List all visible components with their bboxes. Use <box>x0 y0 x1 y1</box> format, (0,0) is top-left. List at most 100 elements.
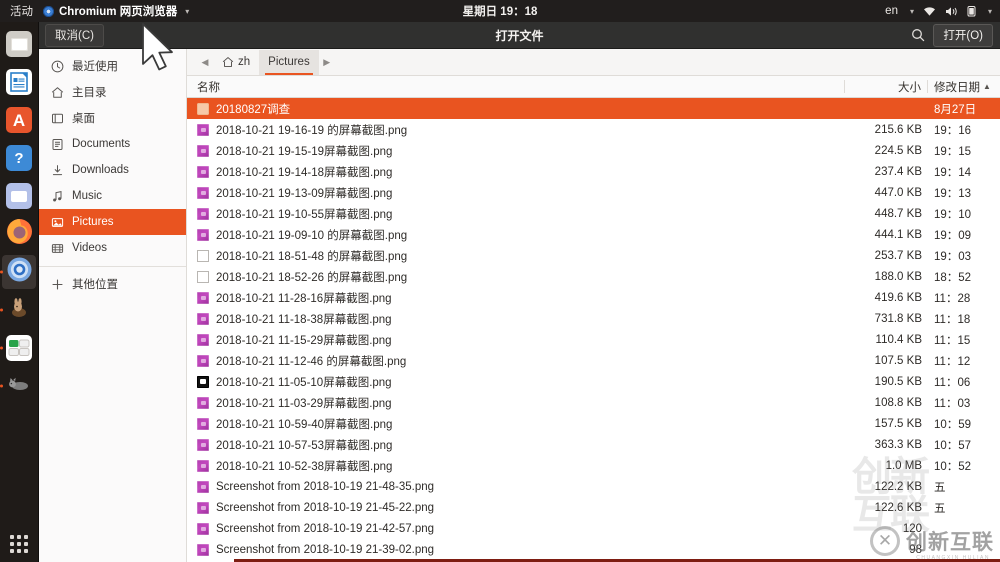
file-list[interactable]: 20180827调查 8月27日 2018-10-21 19-16-19 的屏幕截图… <box>187 98 1000 562</box>
table-row[interactable]: 2018-10-21 11-12-46 的屏幕截图.png 107.5 KB 11：… <box>187 350 1000 371</box>
firefox-icon <box>6 218 33 250</box>
table-row[interactable]: 2018-10-21 11-18-38屏幕截图.png 731.8 KB 11：18 <box>187 308 1000 329</box>
activities-button[interactable]: 活动 <box>0 3 43 19</box>
dialog-title: 打开文件 <box>495 28 544 43</box>
table-row[interactable]: 20180827调查 8月27日 <box>187 98 1000 119</box>
breadcrumb-item-pictures[interactable]: Pictures <box>259 49 319 75</box>
table-row[interactable]: 2018-10-21 10-57-53屏幕截图.png 363.3 KB 10：57 <box>187 434 1000 455</box>
sort-ascending-icon: ▲ <box>983 82 991 91</box>
app-menu-button[interactable]: Chromium 网页浏览器 ▾ <box>43 3 189 19</box>
image-thumbnail <box>197 354 209 367</box>
dock-item-libreoffice[interactable]: A <box>2 103 36 137</box>
file-date-cell: 19：03 <box>934 250 972 263</box>
file-name-cell: 2018-10-21 11-15-29屏幕截图.png <box>187 332 846 348</box>
file-name-label: 2018-10-21 19-10-55屏幕截图.png <box>216 208 393 221</box>
dock-item-libreoffice-writer[interactable] <box>2 65 36 99</box>
sidebar-item-home[interactable]: 主目录 <box>39 79 186 105</box>
app-grid-icon[interactable] <box>10 535 28 553</box>
dock-item-chromium[interactable] <box>2 255 36 289</box>
clock-weekday: 星期日 <box>462 6 498 18</box>
sidebar-item-videos[interactable]: Videos <box>39 235 186 261</box>
table-row[interactable]: 2018-10-21 19-10-55屏幕截图.png 448.7 KB 19：10 <box>187 203 1000 224</box>
dock-item-cat-app[interactable] <box>2 369 36 403</box>
column-header-name[interactable]: 名称 <box>187 79 844 95</box>
open-button[interactable]: 打开(O) <box>933 23 993 47</box>
dock-item-rabbit-app[interactable] <box>2 293 36 327</box>
table-row[interactable]: 2018-10-21 19-13-09屏幕截图.png 447.0 KB 19：13 <box>187 182 1000 203</box>
file-browser: ◀ zh Pictures ▶ 名称 大小 修改日期 ▲ 20180827调查 … <box>187 49 1000 562</box>
table-row[interactable]: 2018-10-21 11-05-10屏幕截图.png 190.5 KB 11：06 <box>187 371 1000 392</box>
file-size-cell: 157.5 KB <box>874 417 922 430</box>
file-name-cell: 2018-10-21 10-57-53屏幕截图.png <box>187 437 846 453</box>
downloads-icon <box>50 163 64 177</box>
search-icon[interactable] <box>911 28 925 42</box>
column-header-size[interactable]: 大小 <box>845 79 927 95</box>
table-row[interactable]: Screenshot from 2018-10-19 21-45-22.png 1… <box>187 497 1000 518</box>
table-row[interactable]: Screenshot from 2018-10-19 21-42-57.png 1… <box>187 518 1000 539</box>
sidebar-divider <box>39 266 186 267</box>
file-name-cell: Screenshot from 2018-10-19 21-48-35.png <box>187 480 846 493</box>
file-size-cell: 215.6 KB <box>874 123 922 136</box>
file-size-cell: 1.0 MB <box>885 459 922 472</box>
table-row[interactable]: 2018-10-21 11-03-29屏幕截图.png 108.8 KB 11：03 <box>187 392 1000 413</box>
dock-item-ubuntu-software[interactable] <box>2 331 36 365</box>
file-name-cell: 2018-10-21 19-16-19 的屏幕截图.png <box>187 122 846 138</box>
table-row[interactable]: 2018-10-21 10-52-38屏幕截图.png 1.0 MB 10：52 <box>187 455 1000 476</box>
sidebar-item-desktop[interactable]: 桌面 <box>39 105 186 131</box>
sidebar-item-other-locations[interactable]: 其他位置 <box>39 271 186 297</box>
file-name-label: 2018-10-21 19-09-10 的屏幕截图.png <box>216 229 408 242</box>
table-row[interactable]: 2018-10-21 11-28-16屏幕截图.png 419.6 KB 11：28 <box>187 287 1000 308</box>
table-row[interactable]: 2018-10-21 10-59-40屏幕截图.png 157.5 KB 10：59 <box>187 413 1000 434</box>
table-row[interactable]: 2018-10-21 19-16-19 的屏幕截图.png 215.6 KB 19：… <box>187 119 1000 140</box>
table-row[interactable]: Screenshot from 2018-10-19 21-39-02.png 9… <box>187 539 1000 560</box>
keyboard-chevron-down-icon: ▾ <box>909 6 914 16</box>
file-date-cell: 19：13 <box>934 187 972 200</box>
image-thumbnail <box>197 207 209 220</box>
file-size-cell: 363.3 KB <box>874 438 922 451</box>
file-name-label: 2018-10-21 11-15-29屏幕截图.png <box>216 334 392 347</box>
breadcrumb: ◀ zh Pictures ▶ <box>187 49 1000 76</box>
table-row[interactable]: 2018-10-21 18-52-26 的屏幕截图.png 188.0 KB 18：… <box>187 266 1000 287</box>
dock-item-help[interactable]: ? <box>2 141 36 175</box>
clock-icon <box>50 59 64 73</box>
table-row[interactable]: 2018-10-21 19-09-10 的屏幕截图.png 444.1 KB 19：… <box>187 224 1000 245</box>
cancel-button[interactable]: 取消(C) <box>45 23 104 47</box>
vertical-scrollbar[interactable] <box>996 98 1000 562</box>
sidebar-item-music[interactable]: Music <box>39 183 186 209</box>
letter-a-icon: A <box>6 107 32 133</box>
file-name-cell: Screenshot from 2018-10-19 21-39-02.png <box>187 543 846 556</box>
sidebar-item-documents[interactable]: Documents <box>39 131 186 157</box>
file-name-cell: Screenshot from 2018-10-19 21-42-57.png <box>187 522 846 535</box>
documents-icon <box>50 137 64 151</box>
table-row[interactable]: 2018-10-21 19-15-19屏幕截图.png 224.5 KB 19：15 <box>187 140 1000 161</box>
system-status-area[interactable]: en ▾ ▾ <box>885 0 992 22</box>
file-name-label: 2018-10-21 11-03-29屏幕截图.png <box>216 397 392 410</box>
sidebar-item-pictures[interactable]: Pictures <box>39 209 186 235</box>
table-row[interactable]: Screenshot from 2018-10-19 21-48-35.png 1… <box>187 476 1000 497</box>
file-date-cell: 10：52 <box>934 460 972 473</box>
dock-item-firefox[interactable] <box>2 217 36 251</box>
file-name-cell: 2018-10-21 11-28-16屏幕截图.png <box>187 290 846 306</box>
volume-icon <box>945 6 958 17</box>
sidebar-item-recent[interactable]: 最近使用 <box>39 53 186 79</box>
file-date-cell: 11：18 <box>934 313 971 326</box>
chevron-right-icon[interactable]: ▶ <box>319 57 335 68</box>
column-header-date[interactable]: 修改日期 ▲ <box>928 79 1000 95</box>
file-name-cell: 2018-10-21 18-52-26 的屏幕截图.png <box>187 269 846 285</box>
breadcrumb-item-home[interactable]: zh <box>213 50 259 75</box>
file-date-cell: 11：06 <box>934 376 971 389</box>
table-row[interactable]: 2018-10-21 11-15-29屏幕截图.png 110.4 KB 11：15 <box>187 329 1000 350</box>
dock-item-files[interactable] <box>2 27 36 61</box>
dock-item-thunderbird[interactable] <box>2 179 36 213</box>
image-thumbnail <box>197 459 209 472</box>
chevron-left-icon[interactable]: ◀ <box>197 57 213 68</box>
image-thumbnail <box>197 186 209 199</box>
table-row[interactable]: 2018-10-21 18-51-48 的屏幕截图.png 253.7 KB 19：… <box>187 245 1000 266</box>
sidebar-item-downloads[interactable]: Downloads <box>39 157 186 183</box>
home-icon <box>222 56 234 68</box>
table-row[interactable]: 2018-10-21 19-14-18屏幕截图.png 237.4 KB 19：14 <box>187 161 1000 182</box>
file-size-cell: 448.7 KB <box>874 207 922 220</box>
file-name-label: 2018-10-21 19-15-19屏幕截图.png <box>216 145 393 158</box>
file-date-cell: 19：10 <box>934 208 972 221</box>
sidebar-item-label: Pictures <box>72 216 114 228</box>
